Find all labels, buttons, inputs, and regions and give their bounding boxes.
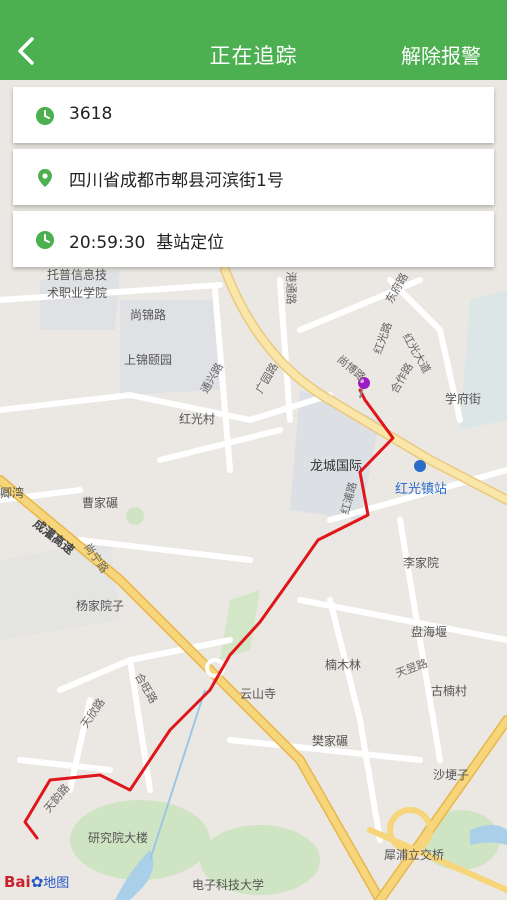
map-label: 学府街 [445,392,482,406]
map-label: 云山寺 [240,687,277,701]
metro-station-icon [414,460,426,472]
map-label: 尚锦路 [130,308,167,322]
location-pin-icon [38,169,52,187]
map-label: 红光村 [179,412,216,426]
map-label: 杨家院子 [76,599,125,613]
clock-icon [36,107,54,125]
map-label: 电子科技大学 [192,878,265,892]
map-label: 楠木林 [325,658,362,672]
map-label: 犀浦立交桥 [384,848,445,862]
map-label: 古楠村 [431,684,468,698]
device-id: 3618 [69,104,113,124]
address-text: 四川省成都市郫县河滨街1号 [69,171,284,191]
map-label: 研究院大楼 [88,831,149,845]
map-label: 卿湾 [0,486,25,500]
time-card: 20:59:30 基站定位 [13,211,494,267]
device-card: 3618 [13,87,494,143]
cancel-alarm-button[interactable]: 解除报警 [401,40,481,69]
map-label: 樊家碾 [312,734,349,748]
map-label: 龙城国际 [310,459,363,474]
logo-suffix: 地图 [43,876,70,891]
map-label: 术职业学院 [47,286,108,300]
address-card: 四川省成都市郫县河滨街1号 [13,149,494,205]
paw-icon: ✿ [30,873,44,891]
map-label: 红光镇站 [395,482,448,497]
logo-text: Bai [4,873,31,891]
nav-bar: 正在追踪 解除报警 [0,0,507,80]
clock-icon [36,231,54,249]
map-label: 李家院 [403,556,440,570]
locate-time: 20:59:30 基站定位 [69,228,224,253]
road-label: 港通路 [284,271,298,305]
time-value: 20:59:30 [69,233,146,253]
map-label: 上锦颐园 [124,353,173,367]
map-label: 盘海堰 [411,625,448,639]
locate-method: 基站定位 [156,233,225,253]
map-label: 沙埂子 [433,768,470,782]
map-label: 托普信息技 [47,268,108,282]
baidu-map-logo: Bai✿地图 [4,872,69,891]
map-label: 曹家碾 [82,496,119,510]
